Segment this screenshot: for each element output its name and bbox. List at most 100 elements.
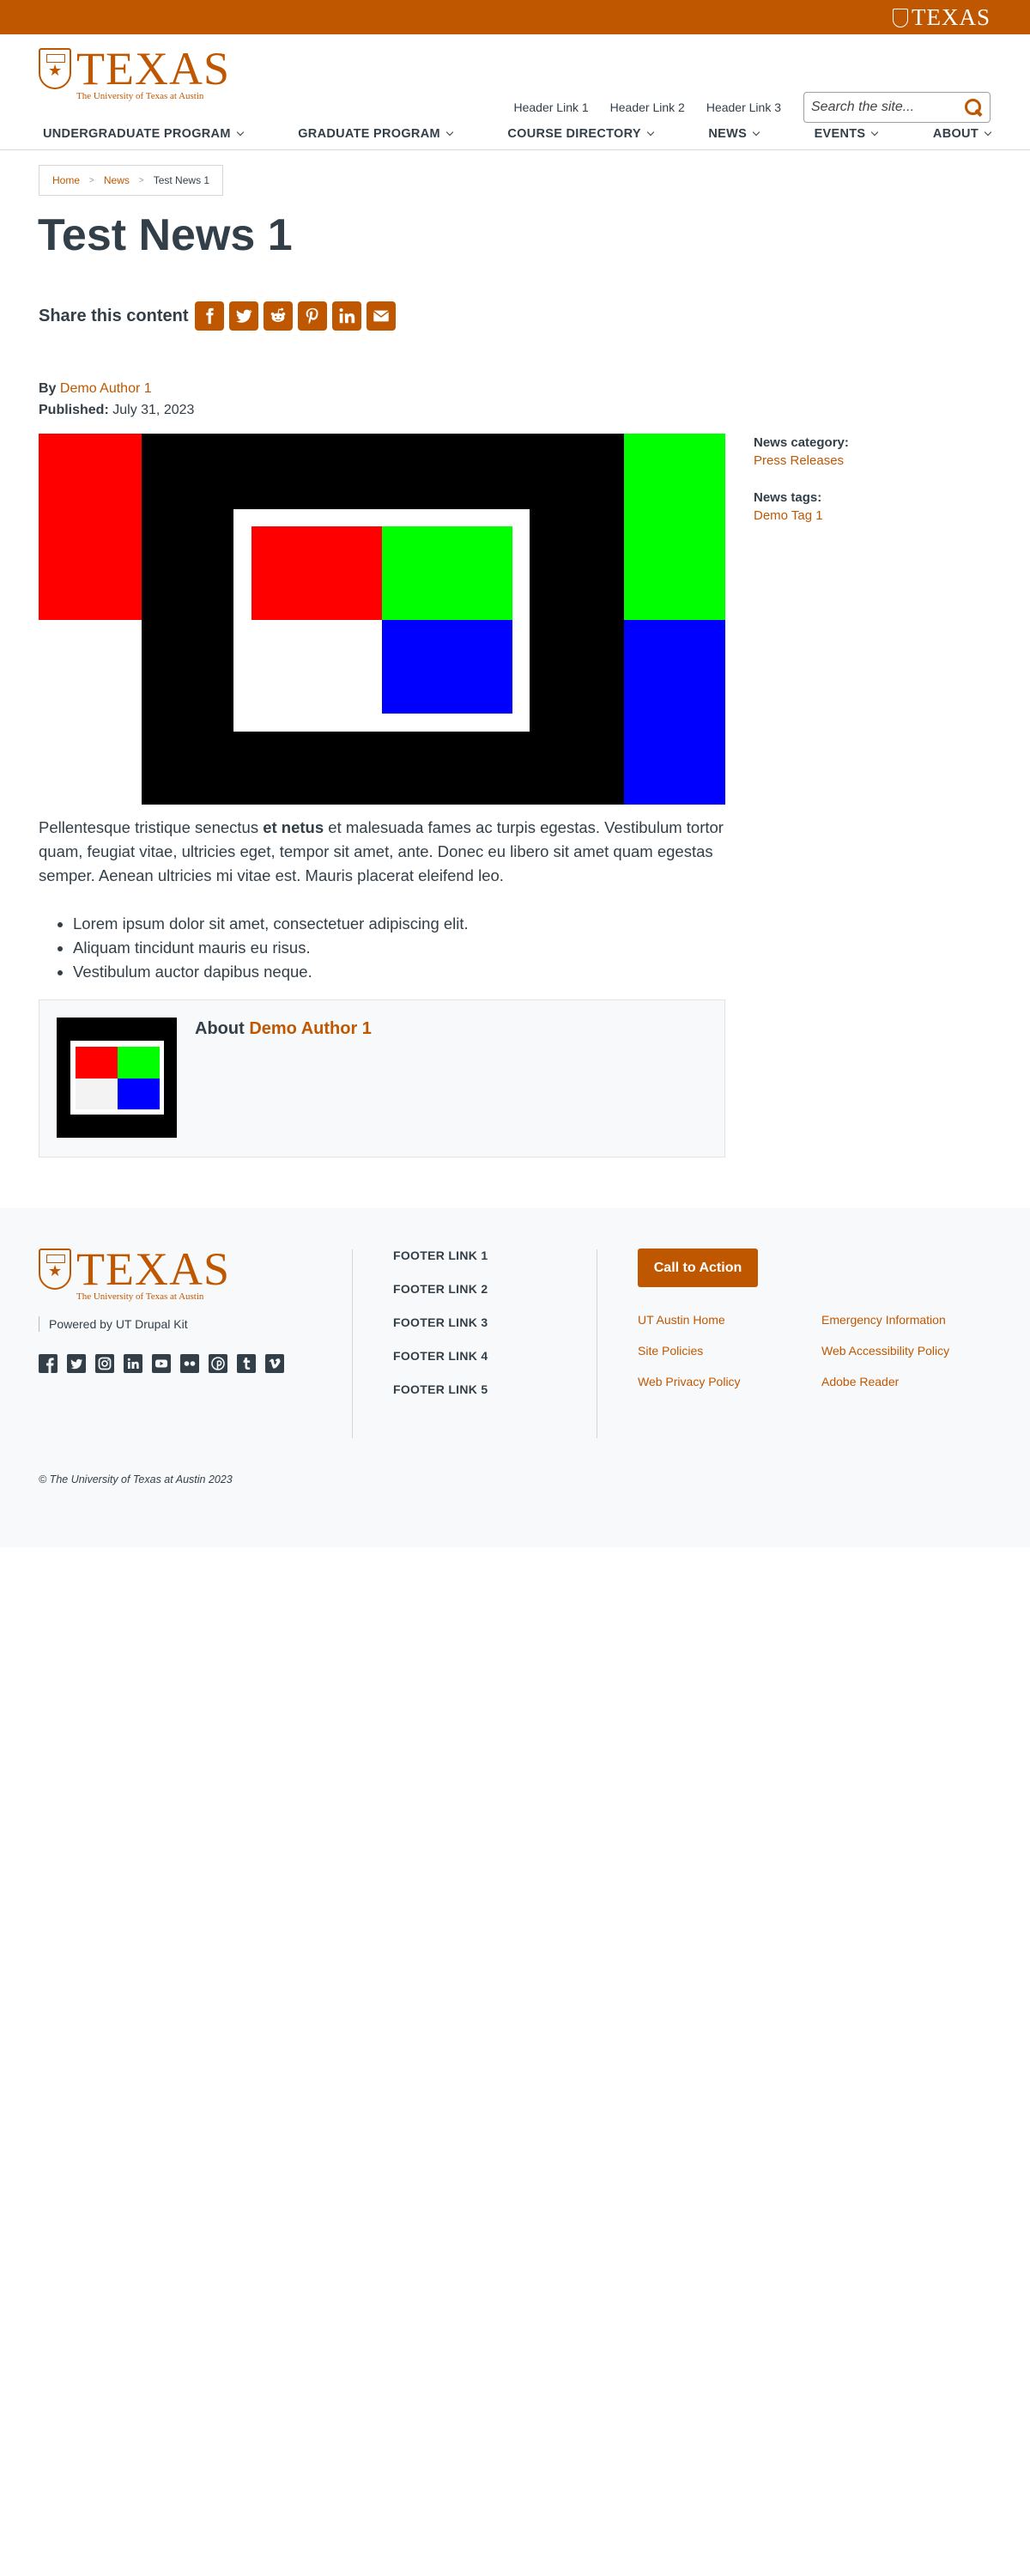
about-author-link[interactable]: Demo Author 1 (249, 1019, 372, 1038)
published-label: Published: (39, 403, 109, 417)
pinterest-icon (211, 1357, 225, 1370)
social-links (39, 1354, 284, 1373)
instagram-icon (98, 1357, 112, 1370)
search-icon[interactable] (964, 98, 983, 117)
list-item: Aliquam tincidunt mauris eu risus. (73, 936, 725, 960)
site-footer: TEXAS The University of Texas at Austin … (0, 1208, 1030, 1547)
copyright-text: © The University of Texas at Austin 2023 (39, 1473, 233, 1485)
flickr-icon (184, 1361, 196, 1366)
footer-link-3[interactable]: FOOTER LINK 3 (393, 1315, 488, 1329)
ut-austin-home-link[interactable]: UT Austin Home (638, 1313, 821, 1327)
nav-item-news[interactable]: NEWS (708, 124, 760, 141)
author-link[interactable]: Demo Author 1 (60, 381, 152, 396)
utility-links: UT Austin Home Emergency Information Sit… (638, 1313, 1005, 1388)
emergency-information-link[interactable]: Emergency Information (821, 1313, 1005, 1327)
main-navigation: UNDERGRADUATE PROGRAM GRADUATE PROGRAM C… (0, 124, 1030, 150)
tumblr-icon (243, 1358, 251, 1370)
footer-link-5[interactable]: FOOTER LINK 5 (393, 1382, 488, 1396)
nav-item-course-directory[interactable]: COURSE DIRECTORY (507, 124, 655, 141)
social-tumblr-link[interactable] (237, 1354, 256, 1373)
logo-wordmark: TEXAS (76, 43, 230, 94)
footer-link-2[interactable]: FOOTER LINK 2 (393, 1282, 488, 1296)
ut-wordmark-link[interactable]: TEXAS (893, 4, 991, 31)
breadcrumb-separator: > (138, 175, 144, 185)
share-email-button[interactable] (367, 301, 397, 331)
facebook-icon (46, 1358, 54, 1373)
news-tag-link[interactable]: Demo Tag 1 (754, 508, 823, 523)
reddit-icon (271, 307, 286, 322)
chevron-down-icon (646, 128, 655, 137)
call-to-action-button[interactable]: Call to Action (638, 1249, 758, 1287)
social-facebook-link[interactable] (39, 1354, 58, 1373)
ut-shield-icon (39, 1249, 71, 1290)
share-label: Share this content (39, 306, 189, 325)
breadcrumb-news[interactable]: News (104, 174, 130, 186)
brand-bar-wordmark: TEXAS (912, 4, 991, 30)
nav-item-graduate-program[interactable]: GRADUATE PROGRAM (298, 124, 454, 141)
breadcrumb: Home > News > Test News 1 (39, 165, 224, 196)
article-hero-image (39, 434, 725, 805)
web-accessibility-policy-link[interactable]: Web Accessibility Policy (821, 1344, 1005, 1358)
share-twitter-button[interactable] (229, 301, 259, 331)
author-avatar (57, 1018, 177, 1138)
powered-by-text: Powered by UT Drupal Kit (39, 1316, 188, 1332)
nav-label: NEWS (708, 127, 748, 141)
linkedin-icon (127, 1358, 139, 1369)
web-privacy-policy-link[interactable]: Web Privacy Policy (638, 1375, 821, 1388)
bold-text: et netus (263, 818, 324, 836)
share-bar: Share this content (39, 301, 397, 331)
footer-logo-tagline: The University of Texas at Austin (76, 1291, 204, 1302)
social-pinterest-link[interactable] (209, 1354, 227, 1373)
linkedin-icon (340, 308, 355, 324)
news-tags-label: News tags: (754, 490, 822, 505)
article-body: Pellentesque tristique senectus et netus… (39, 816, 725, 984)
header-link-2[interactable]: Header Link 2 (610, 100, 685, 114)
social-youtube-link[interactable] (152, 1354, 171, 1373)
social-linkedin-link[interactable] (124, 1354, 142, 1373)
news-category-link[interactable]: Press Releases (754, 453, 844, 468)
site-policies-link[interactable]: Site Policies (638, 1344, 821, 1358)
footer-logo[interactable]: TEXAS The University of Texas at Austin (39, 1243, 230, 1302)
header-link-1[interactable]: Header Link 1 (513, 100, 588, 114)
nav-item-undergraduate-program[interactable]: UNDERGRADUATE PROGRAM (43, 124, 244, 141)
logo-tagline: The University of Texas at Austin (76, 91, 204, 101)
footer-logo-wordmark: TEXAS (76, 1243, 230, 1295)
footer-link-1[interactable]: FOOTER LINK 1 (393, 1249, 488, 1262)
share-facebook-button[interactable] (195, 301, 225, 331)
breadcrumb-current: Test News 1 (153, 174, 210, 186)
ut-shield-icon (39, 48, 71, 89)
social-vimeo-link[interactable] (265, 1354, 284, 1373)
share-linkedin-button[interactable] (332, 301, 362, 331)
search-input[interactable] (811, 100, 957, 115)
footer-links: FOOTER LINK 1 FOOTER LINK 2 FOOTER LINK … (393, 1249, 488, 1396)
footer-link-4[interactable]: FOOTER LINK 4 (393, 1349, 488, 1363)
social-twitter-link[interactable] (67, 1354, 86, 1373)
nav-label: EVENTS (814, 127, 866, 141)
header-link-3[interactable]: Header Link 3 (706, 100, 781, 114)
chevron-down-icon (236, 128, 244, 137)
nav-item-about[interactable]: ABOUT (933, 124, 992, 141)
share-reddit-button[interactable] (264, 301, 294, 331)
nav-label: UNDERGRADUATE PROGRAM (43, 127, 231, 141)
share-pinterest-button[interactable] (298, 301, 328, 331)
youtube-icon (155, 1359, 167, 1368)
page-title: Test News 1 (38, 210, 293, 260)
author-box: About Demo Author 1 (39, 999, 725, 1157)
site-header: TEXAS The University of Texas at Austin … (0, 34, 1030, 124)
article-sidebar: News category: Press Releases News tags:… (754, 434, 849, 544)
site-logo[interactable]: TEXAS The University of Texas at Austin (39, 43, 230, 101)
social-flickr-link[interactable] (180, 1354, 199, 1373)
social-instagram-link[interactable] (95, 1354, 114, 1373)
ut-shield-icon (893, 8, 908, 27)
list-item: Lorem ipsum dolor sit amet, consectetuer… (73, 912, 725, 936)
facebook-icon (206, 307, 215, 325)
chevron-down-icon (984, 128, 992, 137)
pinterest-icon (306, 307, 319, 325)
adobe-reader-link[interactable]: Adobe Reader (821, 1375, 1005, 1388)
article-paragraph: Pellentesque tristique senectus et netus… (39, 818, 724, 884)
chevron-down-icon (752, 128, 760, 137)
published-date: July 31, 2023 (112, 403, 195, 417)
nav-item-events[interactable]: EVENTS (814, 124, 879, 141)
breadcrumb-home[interactable]: Home (52, 174, 80, 186)
email-icon (373, 310, 390, 322)
